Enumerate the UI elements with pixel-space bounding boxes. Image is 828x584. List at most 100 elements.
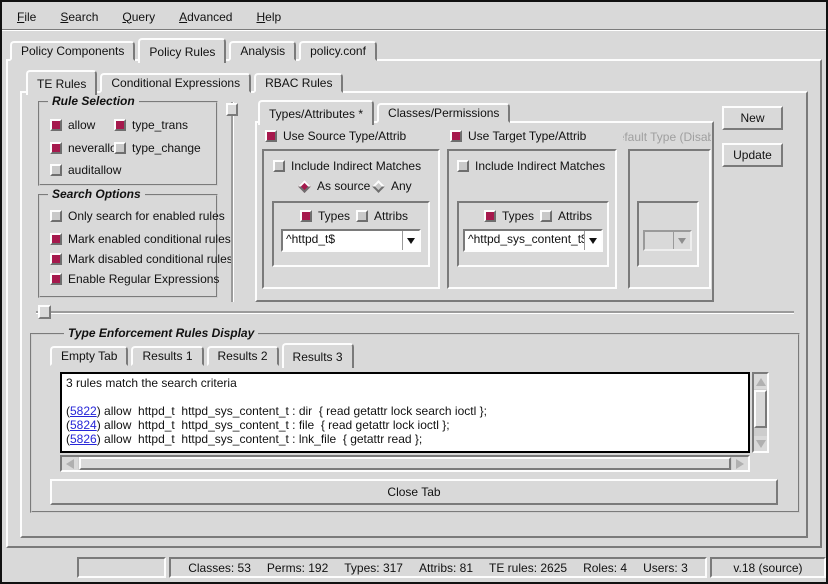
- checkbox-only-enabled[interactable]: Only search for enabled rules: [50, 209, 225, 223]
- vertical-scrollbar-thumb[interactable]: [754, 390, 767, 428]
- checkbox-type-trans[interactable]: type_trans: [114, 118, 188, 132]
- default-type-combobox-value: [645, 232, 673, 249]
- checkbox-auditallow[interactable]: auditallow: [50, 163, 121, 177]
- vertical-sash-handle[interactable]: [226, 103, 238, 116]
- checkbox-source-indirect[interactable]: Include Indirect Matches: [273, 159, 421, 173]
- main-tabs: Policy Components Policy Rules Analysis …: [10, 36, 377, 61]
- stat-types: Types: 317: [344, 561, 403, 575]
- checkbox-only-enabled-indicator: [50, 210, 62, 222]
- target-type-combobox-arrow[interactable]: [584, 231, 601, 250]
- checkbox-use-target-type[interactable]: Use Target Type/Attrib: [450, 129, 586, 143]
- rule-line: (5824) allow httpd_t httpd_sys_content_t…: [66, 418, 744, 432]
- checkbox-allow[interactable]: allow: [50, 118, 95, 132]
- checkbox-auditallow-indicator: [50, 164, 62, 176]
- tab-classes-permissions[interactable]: Classes/Permissions: [377, 103, 510, 123]
- tab-policy-components[interactable]: Policy Components: [10, 41, 135, 61]
- checkbox-type-change-indicator: [114, 142, 126, 154]
- subtab-conditional-expressions[interactable]: Conditional Expressions: [100, 73, 251, 93]
- scroll-down-button[interactable]: [754, 436, 767, 451]
- checkbox-target-attribs[interactable]: Attribs: [540, 209, 592, 223]
- close-tab-button[interactable]: Close Tab: [50, 479, 778, 505]
- stat-classes: Classes: 53: [188, 561, 251, 575]
- checkbox-type-change[interactable]: type_change: [114, 141, 201, 155]
- vertical-sash-line: [231, 102, 233, 302]
- horizontal-scrollbar-thumb[interactable]: [79, 457, 731, 470]
- results-text-area[interactable]: 3 rules match the search criteria (5822)…: [60, 372, 750, 453]
- status-panel-empty: [77, 557, 166, 578]
- results-horizontal-scrollbar[interactable]: [60, 455, 750, 472]
- tab-results-2[interactable]: Results 2: [207, 346, 279, 366]
- arrow-left-icon: [66, 459, 74, 469]
- checkbox-target-types-indicator: [484, 210, 496, 222]
- menu-search[interactable]: Search: [53, 8, 105, 26]
- subtab-te-rules[interactable]: TE Rules: [26, 70, 97, 95]
- chevron-down-icon: [589, 238, 597, 244]
- checkbox-source-attribs[interactable]: Attribs: [356, 209, 408, 223]
- radio-any[interactable]: Any: [372, 179, 412, 193]
- stat-users: Users: 3: [643, 561, 688, 575]
- checkbox-use-source-type[interactable]: Use Source Type/Attrib: [265, 129, 406, 143]
- tab-analysis[interactable]: Analysis: [229, 41, 296, 61]
- checkbox-source-types[interactable]: Types: [300, 209, 350, 223]
- source-type-combobox-arrow[interactable]: [402, 231, 419, 250]
- radio-as-source[interactable]: As source: [298, 179, 370, 193]
- scroll-left-button[interactable]: [62, 457, 78, 470]
- rule-id-link[interactable]: 5822: [70, 404, 97, 418]
- horizontal-sash-handle[interactable]: [38, 305, 51, 319]
- source-type-combobox-value[interactable]: ^httpd_t$: [283, 231, 402, 250]
- rule-id-link[interactable]: 5826: [70, 432, 97, 446]
- chevron-down-icon: [678, 238, 686, 244]
- rule-line: (5826) allow httpd_t httpd_sys_content_t…: [66, 432, 744, 446]
- rule-selection-title: Rule Selection: [48, 94, 139, 108]
- rule-id-link[interactable]: 5824: [70, 418, 97, 432]
- subtab-rbac-rules[interactable]: RBAC Rules: [254, 73, 343, 93]
- menubar: File Search Query Advanced Help: [2, 4, 826, 30]
- update-button[interactable]: Update: [722, 143, 783, 167]
- tab-empty-tab[interactable]: Empty Tab: [50, 346, 128, 366]
- tab-results-1[interactable]: Results 1: [131, 346, 203, 366]
- tab-results-3[interactable]: Results 3: [282, 343, 354, 368]
- checkbox-use-source-indicator: [265, 130, 277, 142]
- rule-line: (5822) allow httpd_t httpd_sys_content_t…: [66, 404, 744, 418]
- target-type-combobox-value[interactable]: ^httpd_sys_content_t$: [465, 231, 584, 250]
- target-type-combobox[interactable]: ^httpd_sys_content_t$: [463, 229, 603, 252]
- rule-type-tabs: TE Rules Conditional Expressions RBAC Ru…: [26, 69, 343, 93]
- criteria-tabs: Types/Attributes * Classes/Permissions: [258, 98, 510, 123]
- checkbox-type-trans-indicator: [114, 119, 126, 131]
- checkbox-allow-indicator: [50, 119, 62, 131]
- checkbox-mark-enabled-indicator: [50, 233, 62, 245]
- menu-help[interactable]: Help: [249, 8, 288, 26]
- chevron-down-icon: [407, 238, 415, 244]
- radio-any-indicator: [372, 180, 385, 193]
- stat-roles: Roles: 4: [583, 561, 627, 575]
- menu-advanced[interactable]: Advanced: [172, 8, 239, 26]
- checkbox-mark-enabled[interactable]: Mark enabled conditional rules: [50, 232, 231, 246]
- checkbox-enable-regex[interactable]: Enable Regular Expressions: [50, 272, 219, 286]
- menu-query[interactable]: Query: [115, 8, 162, 26]
- checkbox-target-indirect[interactable]: Include Indirect Matches: [457, 159, 605, 173]
- checkbox-target-indirect-indicator: [457, 160, 469, 172]
- arrow-right-icon: [736, 459, 744, 469]
- scroll-up-button[interactable]: [754, 374, 767, 389]
- results-summary: 3 rules match the search criteria: [66, 376, 744, 390]
- results-vertical-scrollbar[interactable]: [752, 372, 769, 453]
- menu-file[interactable]: File: [10, 8, 43, 26]
- tab-policy-rules[interactable]: Policy Rules: [138, 38, 226, 63]
- results-group-title: Type Enforcement Rules Display: [64, 326, 258, 340]
- scroll-right-button[interactable]: [732, 457, 748, 470]
- stat-te-rules: TE rules: 2625: [489, 561, 567, 575]
- results-tabs: Empty Tab Results 1 Results 2 Results 3: [50, 342, 354, 366]
- checkbox-enable-regex-indicator: [50, 273, 62, 285]
- source-type-combobox[interactable]: ^httpd_t$: [281, 229, 421, 252]
- checkbox-target-types[interactable]: Types: [484, 209, 534, 223]
- status-panel-stats: Classes: 53 Perms: 192 Types: 317 Attrib…: [169, 557, 707, 578]
- apol-window: File Search Query Advanced Help Policy C…: [0, 0, 828, 584]
- tab-policy-conf[interactable]: policy.conf: [299, 41, 377, 61]
- checkbox-source-attribs-indicator: [356, 210, 368, 222]
- checkbox-neverallow-indicator: [50, 142, 62, 154]
- tab-types-attributes[interactable]: Types/Attributes *: [258, 100, 374, 125]
- stat-attribs: Attribs: 81: [419, 561, 473, 575]
- policy-version: v.18 (source): [733, 561, 802, 575]
- checkbox-mark-disabled[interactable]: Mark disabled conditional rules: [50, 252, 233, 266]
- new-button[interactable]: New: [722, 106, 783, 130]
